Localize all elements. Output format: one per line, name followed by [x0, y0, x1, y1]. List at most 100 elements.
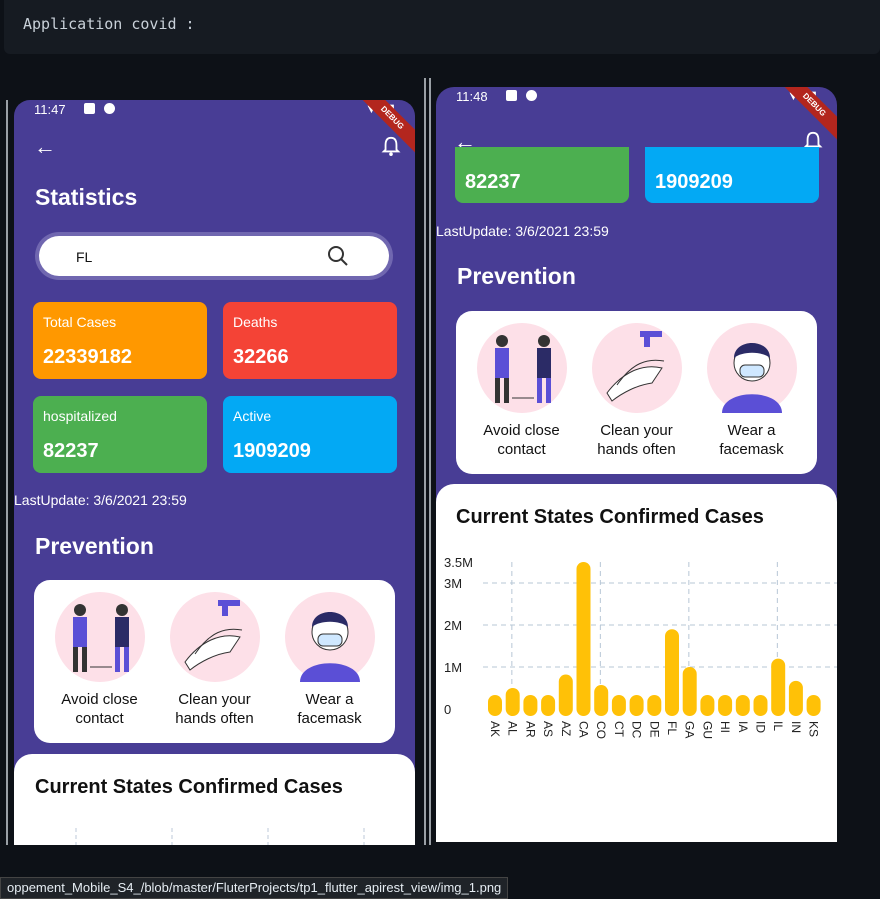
chart-card: Current States Confirmed Cases 0 1M 2M 3M 3.…	[436, 484, 837, 842]
bar	[558, 674, 573, 716]
bar	[647, 695, 662, 716]
bar	[541, 695, 556, 716]
bar	[629, 695, 644, 716]
bar	[700, 695, 715, 716]
prevention-label: contact	[497, 441, 546, 458]
prevention-item: Clean your hands often	[157, 592, 272, 728]
deaths-card: Deaths 32266	[223, 302, 397, 379]
phone-screenshot-statistics: 11:47 ▼◢▮ DEBUG ← Statistics FL Total Ca…	[14, 100, 415, 845]
x-tick-label: IN	[789, 721, 803, 733]
bar	[523, 695, 538, 716]
card-label: Active	[233, 408, 272, 424]
x-tick-label: DE	[647, 721, 661, 738]
bell-icon[interactable]	[381, 136, 401, 156]
avoid-contact-icon	[54, 592, 145, 682]
prevention-title: Prevention	[457, 263, 576, 289]
bar	[665, 629, 679, 716]
prevention-item: Wear a facemask	[694, 323, 809, 459]
prevention-card: Avoid close contact Clean your hands often…	[34, 580, 395, 743]
card-value: 32266	[233, 346, 289, 368]
prevention-card: Avoid close contact Clean your hands often…	[456, 311, 817, 474]
facemask-icon	[284, 592, 375, 682]
x-tick-label: GA	[683, 721, 697, 738]
bar	[718, 695, 733, 716]
bar	[611, 695, 626, 716]
card-value: 82237	[43, 440, 99, 462]
status-bar: 11:47 ▼◢▮	[14, 100, 415, 122]
prevention-label: contact	[75, 710, 124, 727]
prevention-item: Avoid close contact	[42, 592, 157, 728]
x-tick-label: AL	[506, 721, 520, 736]
prevention-label: facemask	[297, 710, 362, 727]
y-tick-label: 2M	[444, 618, 462, 633]
bar	[771, 658, 786, 716]
y-tick-label: 0	[444, 702, 451, 717]
chart-gridlines	[75, 828, 365, 845]
hospitalized-card: 82237	[455, 147, 629, 203]
wash-hands-icon	[169, 592, 260, 682]
bar	[788, 680, 803, 716]
bar	[488, 695, 502, 716]
last-update: LastUpdate: 3/6/2021 23:59	[436, 223, 609, 239]
card-label: Deaths	[233, 314, 278, 330]
status-time: 11:48	[456, 89, 488, 104]
card-value: 1909209	[655, 171, 733, 193]
card-value: 22339182	[43, 346, 132, 368]
hospitalized-card: hospitalized 82237	[33, 396, 207, 473]
x-tick-label: IL	[771, 721, 785, 731]
code-text: Application covid :	[23, 15, 195, 33]
x-tick-label: ID	[754, 721, 768, 733]
search-input[interactable]: FL	[39, 236, 389, 276]
x-tick-label: KS	[807, 721, 821, 737]
bar	[505, 688, 520, 716]
divider	[6, 100, 8, 845]
y-tick-label: 3M	[444, 576, 462, 591]
search-icon[interactable]	[327, 245, 349, 267]
divider	[424, 78, 426, 845]
bar	[806, 695, 821, 716]
notification-icon	[84, 103, 95, 114]
y-tick-label: 1M	[444, 660, 462, 675]
card-value: 1909209	[233, 440, 311, 462]
wash-hands-icon	[591, 323, 682, 413]
prevention-label: hands often	[175, 710, 254, 727]
card-label: Total Cases	[43, 314, 117, 330]
chart-card: Current States Confirmed Cases	[14, 754, 415, 845]
url-tooltip: oppement_Mobile_S4_/blob/master/FluterPr…	[0, 877, 509, 899]
prevention-title: Prevention	[35, 533, 154, 559]
bar	[576, 562, 591, 716]
prevention-item: Clean your hands often	[579, 323, 694, 459]
prevention-label: Wear a	[305, 691, 354, 708]
back-arrow-icon[interactable]: ←	[34, 134, 56, 160]
last-update: LastUpdate: 3/6/2021 23:59	[14, 492, 187, 508]
active-card: 1909209	[645, 147, 819, 203]
x-tick-label: GU	[700, 721, 714, 739]
prevention-label: Avoid close	[61, 691, 138, 708]
y-tick-label: 3.5M	[444, 555, 473, 570]
phone-screenshot-chart: 11:48 ▼◢▮ DEBUG ← 82237 1909209 LastUpda…	[436, 87, 837, 842]
x-tick-label: IA	[736, 721, 750, 732]
prevention-label: Clean your	[600, 422, 673, 439]
x-tick-label: DC	[630, 721, 644, 739]
active-card: Active 1909209	[223, 396, 397, 473]
x-tick-label: HI	[718, 721, 732, 733]
x-tick-label: AR	[523, 721, 537, 738]
bar	[682, 667, 697, 716]
prevention-label: Wear a	[727, 422, 776, 439]
notification-icon	[506, 90, 517, 101]
prevention-item: Avoid close contact	[464, 323, 579, 459]
bar	[753, 695, 768, 716]
x-tick-label: CO	[594, 721, 608, 739]
divider	[429, 78, 431, 845]
prevention-item: Wear a facemask	[272, 592, 387, 728]
status-bar: 11:48 ▼◢▮	[436, 87, 837, 109]
x-tick-label: AZ	[559, 721, 573, 736]
x-tick-label: CA	[577, 721, 591, 738]
facemask-icon	[706, 323, 797, 413]
bar	[594, 685, 609, 716]
status-time: 11:47	[34, 102, 66, 117]
card-value: 82237	[465, 171, 521, 193]
chart-title: Current States Confirmed Cases	[456, 506, 764, 528]
total-cases-card: Total Cases 22339182	[33, 302, 207, 379]
page-title: Statistics	[35, 184, 138, 210]
